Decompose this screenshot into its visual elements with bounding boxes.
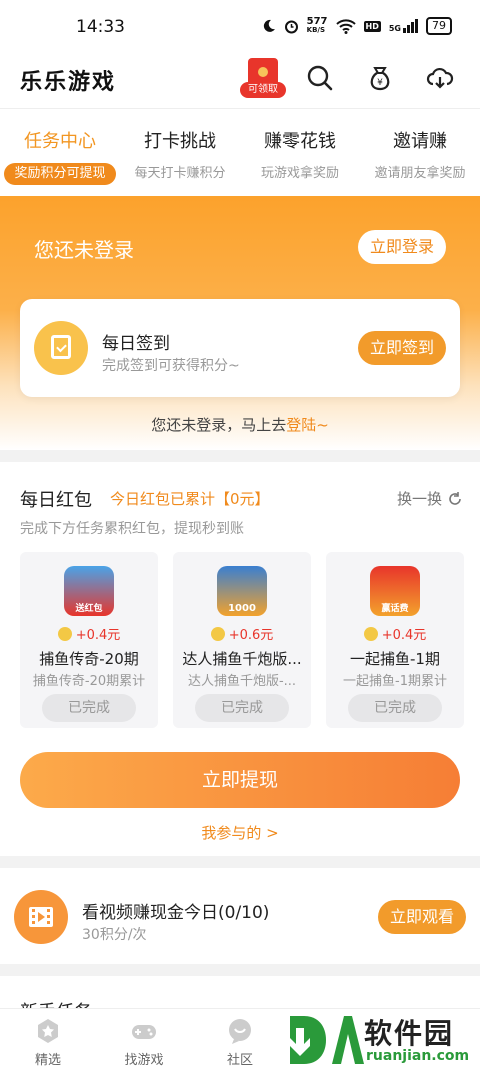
tab-title: 打卡挑战 bbox=[144, 131, 216, 152]
video-icon bbox=[14, 890, 68, 944]
watermark-en: ruanjian.com bbox=[366, 1048, 470, 1064]
section-title: 每日红包 bbox=[20, 490, 92, 511]
watermark-cn: 软件园 bbox=[364, 1017, 455, 1050]
nav-label: 精选 bbox=[34, 1053, 61, 1068]
game-name: 一起捕鱼-1期 bbox=[350, 650, 440, 668]
tab-task-center[interactable]: 任务中心 奖励积分可提现 bbox=[0, 127, 120, 185]
coin-icon bbox=[363, 627, 378, 641]
redpacket-tag: 可领取 bbox=[240, 82, 286, 98]
my-participation-link[interactable]: 我参与的 > bbox=[0, 822, 480, 843]
tab-invite-earn[interactable]: 邀请赚 邀请朋友拿奖励 bbox=[360, 127, 480, 185]
coin-icon bbox=[210, 627, 225, 641]
login-button[interactable]: 立即登录 bbox=[358, 230, 446, 264]
watch-button[interactable]: 立即观看 bbox=[378, 900, 466, 934]
video-task-subtitle: 30积分/次 bbox=[82, 927, 147, 943]
tab-subtitle: 邀请朋友拿奖励 bbox=[374, 166, 466, 181]
hd-badge: HD bbox=[363, 20, 381, 32]
watermark-logo bbox=[290, 1016, 364, 1064]
login-hint: 您还未登录，马上去登陆~ bbox=[151, 416, 329, 434]
tab-subtitle: 玩游戏拿奖励 bbox=[260, 166, 339, 181]
app-bar: 乐乐游戏 可领取 ¥ bbox=[0, 56, 480, 108]
tab-earn-pocket-money[interactable]: 赚零花钱 玩游戏拿奖励 bbox=[240, 127, 360, 185]
search-icon[interactable] bbox=[306, 64, 334, 92]
tab-title: 赚零花钱 bbox=[264, 131, 336, 152]
refresh-icon bbox=[449, 491, 461, 505]
section-subtitle: 完成下方任务累积红包，提现秒到账 bbox=[20, 521, 244, 537]
tab-title: 邀请赚 bbox=[393, 131, 447, 152]
tab-title: 任务中心 bbox=[24, 131, 96, 152]
tab-subtitle: 每天打卡赚积分 bbox=[134, 166, 226, 181]
game-name: 捕鱼传奇-20期 bbox=[39, 650, 139, 668]
game-status-button[interactable]: 已完成 bbox=[42, 694, 136, 722]
game-card[interactable]: 送红包 +0.4元 捕鱼传奇-20期 捕鱼传奇-20期累计 已完成 bbox=[20, 552, 158, 728]
status-bar: 14:33 577 KB/S HD 5G 79 bbox=[0, 0, 480, 56]
nav-find-games[interactable]: 找游戏 bbox=[96, 1017, 192, 1068]
game-card[interactable]: 赢话费 +0.4元 一起捕鱼-1期 一起捕鱼-1期累计 已完成 bbox=[326, 552, 464, 728]
sign-title: 每日签到 bbox=[102, 334, 170, 354]
game-reward: +0.4元 bbox=[20, 624, 158, 643]
game-desc: 一起捕鱼-1期累计 bbox=[343, 674, 447, 689]
video-task-title: 看视频赚现金今日(0/10) bbox=[82, 903, 270, 923]
game-logo: 送红包 bbox=[64, 566, 114, 616]
status-time: 14:33 bbox=[76, 17, 125, 37]
game-desc: 捕鱼传奇-20期累计 bbox=[32, 674, 146, 689]
signal-icon: 5G bbox=[389, 19, 418, 33]
daily-sign-card: 每日签到 完成签到可获得积分~ 立即签到 bbox=[20, 299, 460, 397]
game-reward: +0.4元 bbox=[326, 624, 464, 643]
game-status-button[interactable]: 已完成 bbox=[348, 694, 442, 722]
gamepad-icon bbox=[132, 1025, 156, 1039]
net-speed: 577 KB/S bbox=[306, 16, 328, 35]
sign-button[interactable]: 立即签到 bbox=[358, 331, 446, 365]
redpacket-total: 今日红包已累计【0元】 bbox=[110, 490, 270, 508]
site-watermark: 软件园 ruanjian.com bbox=[284, 1010, 480, 1072]
tab-subtitle: 奖励积分可提现 bbox=[4, 163, 116, 185]
battery-indicator: 79 bbox=[426, 17, 452, 35]
game-logo: 赢话费 bbox=[370, 566, 420, 616]
video-task-card: 看视频赚现金今日(0/10) 30积分/次 立即观看 bbox=[0, 868, 480, 964]
nav-label: 社区 bbox=[226, 1053, 253, 1068]
svg-text:¥: ¥ bbox=[377, 78, 383, 88]
coin-icon bbox=[57, 627, 72, 641]
sign-subtitle: 完成签到可获得积分~ bbox=[102, 358, 240, 374]
status-icons: 577 KB/S HD 5G 79 bbox=[262, 17, 452, 35]
alarm-icon bbox=[284, 20, 298, 33]
daily-redpacket-section: 每日红包 今日红包已累计【0元】 换一换 完成下方任务累积红包，提现秒到账 送红… bbox=[0, 462, 480, 856]
game-status-button[interactable]: 已完成 bbox=[195, 694, 289, 722]
moon-icon bbox=[263, 19, 275, 32]
login-link[interactable]: 登陆~ bbox=[286, 416, 329, 434]
login-hero: 您还未登录 立即登录 每日签到 完成签到可获得积分~ 立即签到 您还未登录，马上… bbox=[0, 196, 480, 450]
chat-bubble-icon bbox=[229, 1019, 251, 1044]
redpacket-entry[interactable]: 可领取 bbox=[240, 58, 286, 98]
swap-button[interactable]: 换一换 bbox=[397, 488, 462, 509]
game-card[interactable]: 1000 +0.6元 达人捕鱼千炮版... 达人捕鱼千炮版-... 已完成 bbox=[173, 552, 311, 728]
cloud-download-icon[interactable] bbox=[426, 64, 454, 92]
tab-checkin-challenge[interactable]: 打卡挑战 每天打卡赚积分 bbox=[120, 127, 240, 185]
game-logo: 1000 bbox=[217, 566, 267, 616]
star-badge-icon bbox=[38, 1019, 58, 1043]
clipboard-check-icon bbox=[34, 321, 88, 375]
nav-featured[interactable]: 精选 bbox=[0, 1017, 96, 1068]
wifi-icon bbox=[335, 18, 356, 34]
top-tabs: 任务中心 奖励积分可提现 打卡挑战 每天打卡赚积分 赚零花钱 玩游戏拿奖励 邀请… bbox=[0, 108, 480, 196]
game-reward: +0.6元 bbox=[173, 624, 311, 643]
money-bag-icon[interactable]: ¥ bbox=[366, 64, 394, 92]
game-desc: 达人捕鱼千炮版-... bbox=[187, 674, 297, 689]
game-name: 达人捕鱼千炮版... bbox=[182, 650, 302, 668]
nav-community[interactable]: 社区 bbox=[192, 1017, 288, 1068]
withdraw-button[interactable]: 立即提现 bbox=[20, 752, 460, 808]
app-title: 乐乐游戏 bbox=[20, 70, 117, 95]
login-tip: 您还未登录 bbox=[34, 238, 134, 262]
nav-label: 找游戏 bbox=[124, 1053, 164, 1068]
film-icon bbox=[29, 907, 53, 927]
